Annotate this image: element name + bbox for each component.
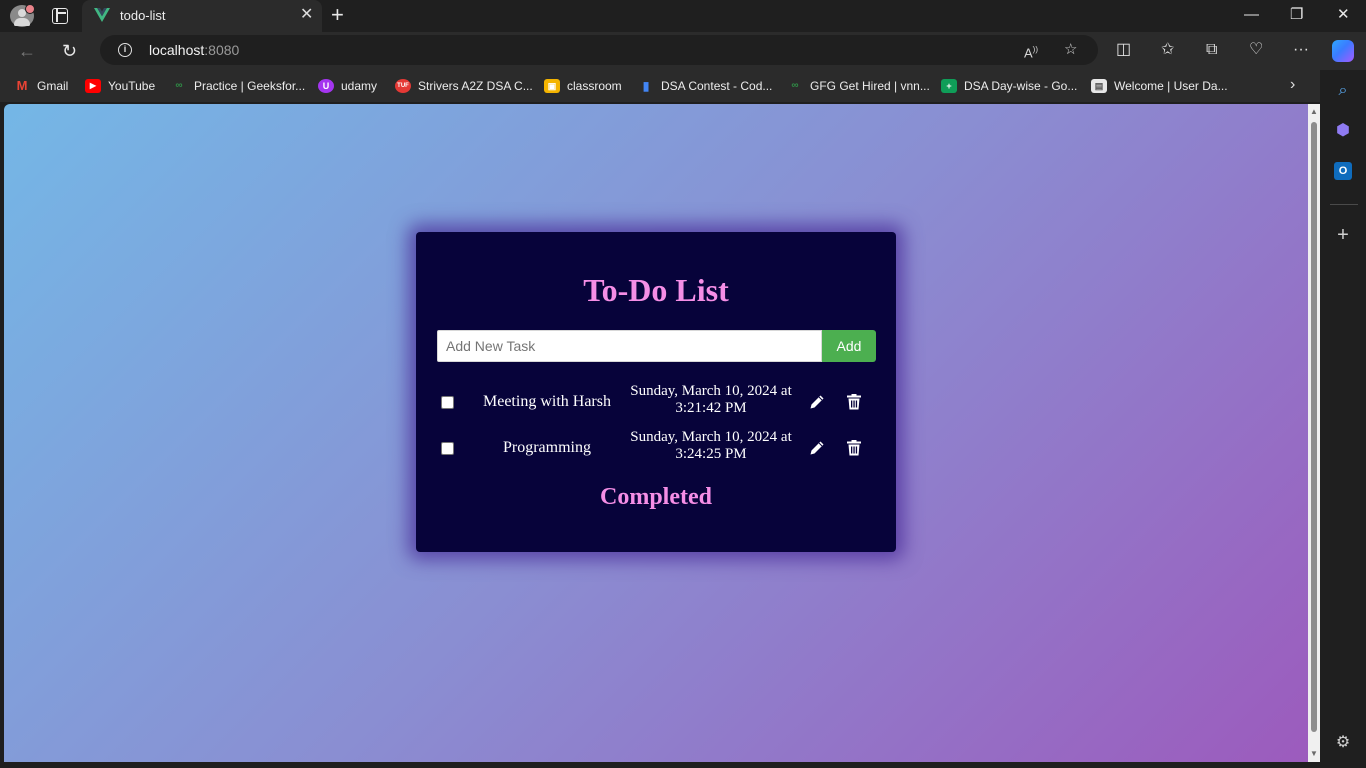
- bookmark-label: DSA Day-wise - Go...: [964, 79, 1078, 93]
- outlook-icon[interactable]: O: [1334, 162, 1352, 180]
- tab-title: todo-list: [120, 8, 166, 23]
- address-bar[interactable]: i localhost:8080 A)) ☆: [100, 35, 1098, 65]
- trash-icon[interactable]: [847, 440, 861, 456]
- favorite-star-icon[interactable]: ☆: [1064, 40, 1077, 60]
- profile-head: [18, 9, 26, 17]
- geeksforgeeks-icon: ∞: [175, 80, 183, 91]
- bookmark-label: DSA Contest - Cod...: [661, 79, 773, 93]
- bookmark-youtube[interactable]: ▶ YouTube: [85, 77, 155, 95]
- scroll-up-icon[interactable]: ▲: [1310, 107, 1318, 116]
- new-task-input[interactable]: [437, 330, 822, 362]
- page-viewport: To-Do List Add Meeting with Harsh Sunday…: [4, 104, 1308, 762]
- bookmark-label: classroom: [567, 79, 622, 93]
- bookmark-label: Practice | Geeksfor...: [194, 79, 306, 93]
- pencil-icon[interactable]: [809, 440, 825, 456]
- bookmark-label: Welcome | User Da...: [1114, 79, 1228, 93]
- page-icon: ▤: [1091, 79, 1107, 93]
- url-port: :8080: [204, 42, 240, 58]
- bookmark-gmail[interactable]: M Gmail: [14, 77, 69, 95]
- new-tab-button[interactable]: +: [331, 3, 344, 27]
- url-host: localhost: [149, 42, 205, 58]
- settings-more-icon[interactable]: ···: [1293, 40, 1309, 60]
- profile-shoulders: [14, 18, 30, 26]
- udemy-icon: U: [318, 79, 334, 93]
- task-date: Sunday, March 10, 2024 at 3:24:25 PM: [623, 429, 799, 463]
- geeksforgeeks-icon: ∞: [791, 80, 799, 91]
- task-checkbox[interactable]: [441, 442, 454, 455]
- search-icon[interactable]: ⌕: [1334, 82, 1352, 100]
- favorites-icon[interactable]: ✩: [1161, 40, 1174, 60]
- task-checkbox[interactable]: [441, 396, 454, 409]
- tab-actions-icon[interactable]: [52, 8, 68, 24]
- gear-icon[interactable]: ⚙: [1334, 734, 1352, 752]
- page-scrollbar[interactable]: ▲ ▼: [1308, 104, 1320, 762]
- task-row: Programming Sunday, March 10, 2024 at 3:…: [437, 428, 877, 468]
- trash-icon[interactable]: [847, 394, 861, 410]
- task-name: Meeting with Harsh: [483, 393, 611, 410]
- site-info-icon[interactable]: i: [118, 43, 132, 57]
- close-tab-icon[interactable]: ✕: [300, 6, 313, 24]
- vue-icon: [94, 8, 110, 22]
- read-aloud-icon[interactable]: A)): [1024, 40, 1038, 63]
- youtube-icon: ▶: [85, 79, 101, 93]
- browser-essentials-icon[interactable]: ♡: [1249, 40, 1263, 60]
- close-window-button[interactable]: ✕: [1337, 6, 1350, 24]
- bookmark-label: udamy: [341, 79, 378, 93]
- bookmark-label: Strivers A2Z DSA C...: [418, 79, 533, 93]
- back-button[interactable]: ←: [18, 40, 36, 62]
- bookmark-classroom[interactable]: ▣ classroom: [544, 77, 622, 95]
- scroll-down-icon[interactable]: ▼: [1310, 749, 1318, 758]
- task-date: Sunday, March 10, 2024 at 3:21:42 PM: [623, 383, 799, 417]
- edge-sidebar: ⌕ ⬢ O + ⚙: [1320, 70, 1366, 768]
- bookmark-udemy[interactable]: U udamy: [318, 77, 377, 95]
- reload-button[interactable]: ↻: [62, 40, 77, 62]
- bookmark-label: YouTube: [108, 79, 156, 93]
- restore-button[interactable]: ❐: [1290, 6, 1303, 24]
- takeuforward-icon: TUF: [395, 79, 411, 93]
- title-bar: todo-list ✕ + — ❐ ✕: [0, 0, 1366, 32]
- window-bottom-edge: [0, 762, 1366, 768]
- add-task-button[interactable]: Add: [822, 330, 876, 362]
- add-sidebar-app-icon[interactable]: +: [1334, 225, 1352, 245]
- collections-icon[interactable]: ⧉: [1206, 40, 1217, 60]
- task-date-line: Sunday, March 10, 2024 at: [630, 429, 792, 445]
- task-time-line: 3:24:25 PM: [675, 446, 747, 462]
- bookmarks-bar: M Gmail ▶ YouTube ∞ Practice | Geeksfor.…: [0, 70, 1320, 102]
- google-sheets-icon: +: [941, 79, 957, 93]
- bookmark-welcome-user[interactable]: ▤ Welcome | User Da...: [1091, 77, 1228, 95]
- gmail-icon: M: [16, 78, 28, 93]
- split-screen-icon[interactable]: ◫: [1116, 40, 1131, 60]
- url-text[interactable]: localhost:8080: [149, 42, 239, 58]
- todo-card: To-Do List Add Meeting with Harsh Sunday…: [416, 232, 896, 552]
- task-date-line: Sunday, March 10, 2024 at: [630, 383, 792, 399]
- bar-chart-icon: ▮: [642, 79, 650, 93]
- toolbar: ← ↻ i localhost:8080 A)) ☆ ◫ ✩ ⧉ ♡ ···: [0, 32, 1366, 70]
- minimize-button[interactable]: —: [1244, 6, 1259, 24]
- task-row: Meeting with Harsh Sunday, March 10, 202…: [437, 382, 877, 422]
- task-name: Programming: [503, 439, 591, 456]
- profile-avatar-icon[interactable]: [10, 4, 35, 27]
- sidebar-divider: [1330, 204, 1358, 205]
- task-time-line: 3:21:42 PM: [675, 400, 747, 416]
- tab-todo-list[interactable]: todo-list ✕: [82, 0, 322, 32]
- copilot-icon[interactable]: [1332, 40, 1354, 62]
- bookmark-geeksforgeeks-practice[interactable]: ∞ Practice | Geeksfor...: [171, 77, 305, 95]
- chevron-right-icon[interactable]: ›: [1290, 76, 1295, 94]
- bookmark-label: GFG Get Hired | vnn...: [810, 79, 930, 93]
- bookmark-dsa-day-wise[interactable]: + DSA Day-wise - Go...: [941, 77, 1077, 95]
- page-title: To-Do List: [583, 272, 729, 308]
- bookmark-gfg-get-hired[interactable]: ∞ GFG Get Hired | vnn...: [787, 77, 930, 95]
- bookmark-dsa-contest[interactable]: ▮ DSA Contest - Cod...: [638, 77, 773, 95]
- completed-heading: Completed: [600, 484, 712, 510]
- pencil-icon[interactable]: [809, 394, 825, 410]
- bookmark-label: Gmail: [37, 79, 69, 93]
- bookmark-strivers[interactable]: TUF Strivers A2Z DSA C...: [395, 77, 533, 95]
- copilot-sidebar-icon[interactable]: ⬢: [1334, 122, 1352, 140]
- classroom-icon: ▣: [544, 79, 560, 93]
- scrollbar-thumb[interactable]: [1311, 122, 1317, 732]
